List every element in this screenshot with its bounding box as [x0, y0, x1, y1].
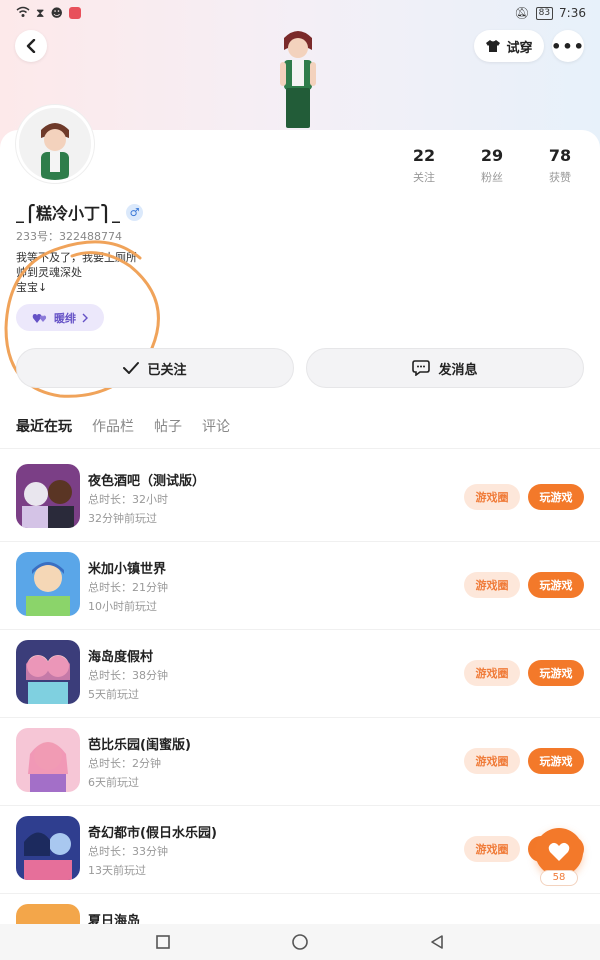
avatar-image — [19, 108, 91, 180]
profile-stats: 22 关注 29 粉丝 78 获赞 — [390, 146, 594, 185]
wifi-icon — [16, 6, 30, 21]
tab-comments[interactable]: 评论 — [202, 416, 230, 436]
chevron-right-icon — [82, 313, 88, 322]
game-name: 奇幻都市(假日水乐园) — [88, 826, 217, 841]
bio: 我等不及了，我要上厕所 帅到灵魂深处 宝宝↓ — [16, 250, 137, 295]
play-game-button[interactable]: 玩游戏 — [528, 660, 584, 686]
game-name: 米加小镇世界 — [88, 562, 167, 577]
android-icon: ☻ — [50, 6, 63, 20]
game-circle-button[interactable]: 游戏圈 — [464, 484, 520, 510]
game-last-played: 10小时前玩过 — [88, 600, 157, 613]
game-total-time: 总时长：33分钟 — [88, 845, 168, 858]
home-icon[interactable] — [291, 933, 309, 951]
check-icon — [123, 362, 140, 374]
character-figure — [280, 31, 316, 128]
message-label: 发消息 — [438, 362, 478, 378]
recent-games-list: 夜色酒吧（测试版） 总时长：32小时 32分钟前玩过 游戏圈 玩游戏 米加小镇世… — [0, 454, 600, 960]
game-circle-button[interactable]: 游戏圈 — [464, 660, 520, 686]
game-circle-button[interactable]: 游戏圈 — [464, 572, 520, 598]
try-on-button[interactable]: 试穿 — [474, 30, 544, 62]
stat-value: 22 — [412, 146, 436, 165]
status-bar: ⧗ ☻ 🔕︎ 83 7:36 — [0, 0, 600, 26]
game-total-time: 总时长：21分钟 — [88, 581, 168, 594]
game-name: 夜色酒吧（测试版） — [88, 474, 206, 489]
game-row[interactable]: 米加小镇世界 总时长：21分钟 10小时前玩过 游戏圈 玩游戏 — [0, 542, 600, 630]
play-game-button[interactable]: 玩游戏 — [528, 572, 584, 598]
game-circle-button[interactable]: 游戏圈 — [464, 836, 520, 862]
user-id: 233号：322488774 — [16, 230, 122, 243]
chevron-left-icon — [26, 39, 36, 53]
app-notification-icon — [68, 7, 81, 19]
game-total-time: 总时长：2分钟 — [88, 757, 161, 770]
tshirt-icon — [486, 40, 501, 52]
male-icon: ♂ — [126, 203, 144, 221]
message-icon — [412, 360, 431, 376]
stat-label: 获赞 — [549, 171, 571, 184]
game-name: 海岛度假村 — [88, 650, 154, 665]
game-total-time: 总时长：38分钟 — [88, 669, 168, 682]
more-dots-icon: ••• — [551, 36, 585, 56]
hearts-icon — [32, 313, 47, 323]
bio-line: 我等不及了，我要上厕所 — [16, 251, 137, 264]
game-icon[interactable] — [16, 552, 80, 616]
heart-icon — [548, 842, 570, 861]
game-row[interactable]: 芭比乐园(闺蜜版) 总时长：2分钟 6天前玩过 游戏圈 玩游戏 — [0, 718, 600, 806]
game-row[interactable]: 夜色酒吧（测试版） 总时长：32小时 32分钟前玩过 游戏圈 玩游戏 — [0, 454, 600, 542]
tag-label: 暖绯 — [54, 311, 76, 325]
tab-works[interactable]: 作品栏 — [92, 416, 134, 436]
follow-label: 已关注 — [147, 362, 187, 378]
bio-line: 宝宝↓ — [16, 281, 48, 294]
divider — [0, 448, 600, 449]
mute-icon: 🔕︎ — [514, 6, 530, 20]
more-button[interactable]: ••• — [551, 30, 585, 62]
game-icon[interactable] — [16, 464, 80, 528]
tab-recent[interactable]: 最近在玩 — [16, 416, 72, 436]
tab-posts[interactable]: 帖子 — [154, 416, 182, 436]
tag-badge[interactable]: 暖绯 — [16, 304, 104, 331]
follow-button[interactable]: 已关注 — [16, 348, 294, 388]
stat-value: 78 — [548, 146, 572, 165]
bio-line: 帅到灵魂深处 — [16, 266, 82, 279]
game-row[interactable]: 海岛度假村 总时长：38分钟 5天前玩过 游戏圈 玩游戏 — [0, 630, 600, 718]
username-row: _⎧糕冷小丁⎫_ ♂ — [16, 200, 144, 224]
play-game-button[interactable]: 玩游戏 — [528, 484, 584, 510]
clock: 7:36 — [559, 6, 586, 20]
game-last-played: 5天前玩过 — [88, 688, 139, 701]
like-count: 58 — [540, 870, 578, 886]
game-icon[interactable] — [16, 640, 80, 704]
game-row[interactable]: 奇幻都市(假日水乐园) 总时长：33分钟 13天前玩过 游戏圈 玩游戏 — [0, 806, 600, 894]
game-total-time: 总时长：32小时 — [88, 493, 168, 506]
game-icon[interactable] — [16, 728, 80, 792]
game-last-played: 13天前玩过 — [88, 864, 146, 877]
system-nav-bar — [0, 924, 600, 960]
game-last-played: 32分钟前玩过 — [88, 512, 157, 525]
stat-followers[interactable]: 29 粉丝 — [458, 146, 526, 185]
like-button[interactable] — [535, 828, 583, 876]
stat-value: 29 — [480, 146, 504, 165]
try-on-label: 试穿 — [506, 40, 533, 56]
back-nav-icon[interactable] — [429, 934, 445, 950]
message-button[interactable]: 发消息 — [306, 348, 584, 388]
game-icon[interactable] — [16, 816, 80, 880]
stat-likes[interactable]: 78 获赞 — [526, 146, 594, 185]
avatar[interactable] — [16, 105, 94, 183]
game-circle-button[interactable]: 游戏圈 — [464, 748, 520, 774]
stat-label: 关注 — [413, 171, 435, 184]
game-name: 芭比乐园(闺蜜版) — [88, 738, 191, 753]
battery-icon: 83 — [535, 6, 554, 20]
username: _⎧糕冷小丁⎫_ — [16, 204, 121, 223]
profile-tabs: 最近在玩 作品栏 帖子 评论 — [16, 416, 230, 436]
stat-label: 粉丝 — [481, 171, 503, 184]
stat-following[interactable]: 22 关注 — [390, 146, 458, 185]
hourglass-icon: ⧗ — [36, 5, 45, 20]
back-button[interactable] — [15, 30, 47, 62]
game-last-played: 6天前玩过 — [88, 776, 139, 789]
play-game-button[interactable]: 玩游戏 — [528, 748, 584, 774]
recent-apps-icon[interactable] — [155, 934, 171, 950]
